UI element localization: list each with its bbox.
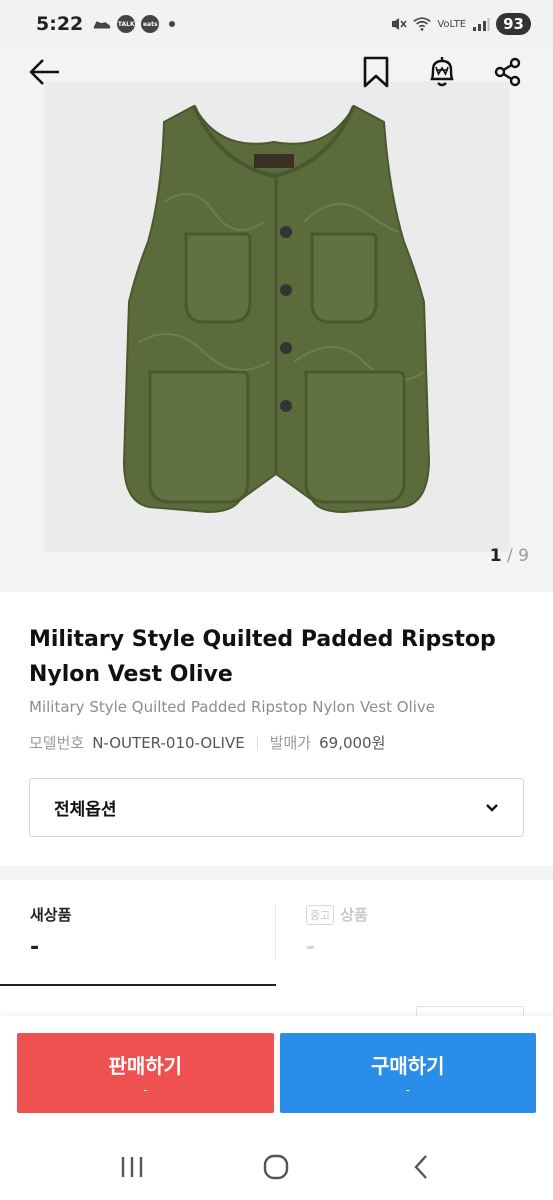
bookmark-icon (363, 56, 389, 88)
battery-level: 93 (496, 13, 531, 35)
model-number-value: N-OUTER-010-OLIVE (92, 733, 245, 752)
system-icons: VoLTE 93 (389, 13, 531, 35)
image-counter: 1 / 9 (490, 546, 529, 566)
home-button[interactable] (256, 1147, 296, 1187)
share-icon (494, 57, 521, 87)
status-time: 5:22 (36, 13, 84, 35)
buy-button-price: - (405, 1082, 410, 1097)
wifi-icon (413, 15, 431, 33)
release-price-value: 69,000원 (319, 734, 386, 752)
notification-icons: TALK eats (93, 15, 176, 33)
tab-used-title: 중고 상품 (306, 904, 552, 925)
image-counter-total: 9 (518, 546, 529, 566)
volte-label: VoLTE (437, 18, 467, 30)
back-nav-button[interactable] (401, 1147, 441, 1187)
product-meta: 모델번호 N-OUTER-010-OLIVE 발매가 69,000원 (29, 732, 524, 753)
section-divider (0, 866, 553, 880)
price-alert-icon (430, 57, 454, 87)
image-counter-current: 1 (489, 546, 502, 566)
recent-apps-icon (121, 1156, 143, 1177)
used-badge: 중고 (306, 904, 335, 925)
eats-icon: eats (141, 15, 160, 33)
sell-button-price: - (143, 1082, 148, 1097)
option-select-label: 전체옵션 (54, 800, 117, 820)
tab-used-label: 상품 (340, 906, 368, 924)
talk-icon: TALK (117, 15, 136, 33)
meta-divider (256, 735, 258, 750)
bottom-action-bar: 판매하기 - 구매하기 - (0, 1016, 553, 1133)
back-arrow-icon (29, 59, 59, 85)
tab-used-product[interactable]: 중고 상품 - (276, 880, 552, 986)
buy-button-label: 구매하기 (370, 1053, 445, 1078)
product-title: Military Style Quilted Padded Ripstop Ny… (29, 627, 496, 687)
tab-new-product[interactable]: 새상품 - (0, 880, 276, 986)
back-nav-icon (414, 1154, 427, 1179)
mute-icon (389, 15, 407, 33)
home-icon (264, 1154, 289, 1179)
chevron-down-icon (485, 800, 501, 816)
product-image-gallery[interactable]: 1 / 9 (0, 48, 553, 592)
price-alert-button[interactable] (422, 52, 462, 92)
product-info: Military Style Quilted Padded Ripstop Ny… (0, 592, 553, 866)
system-nav-bar (0, 1133, 553, 1200)
sneaker-icon (93, 15, 111, 33)
tab-used-price: - (306, 935, 316, 960)
status-bar: 5:22 TALK eats VoLTE 93 (0, 0, 553, 48)
back-button[interactable] (24, 52, 64, 92)
bookmark-button[interactable] (356, 52, 396, 92)
release-price-label: 발매가 (269, 734, 312, 752)
signal-icon (472, 15, 490, 33)
tab-new-price: - (30, 935, 40, 960)
more-notifications-icon (169, 21, 176, 27)
option-select[interactable]: 전체옵션 (29, 778, 524, 837)
product-header (0, 48, 553, 94)
condition-tabs: 새상품 - 중고 상품 - (0, 880, 553, 986)
tab-new-label: 새상품 (30, 906, 72, 924)
olive-vest-illustration (122, 104, 431, 514)
share-button[interactable] (488, 52, 528, 92)
sell-button-label: 판매하기 (108, 1053, 183, 1078)
buy-button[interactable]: 구매하기 - (279, 1033, 536, 1113)
sell-button[interactable]: 판매하기 - (17, 1033, 274, 1113)
model-number-label: 모델번호 (29, 734, 85, 752)
product-subtitle: Military Style Quilted Padded Ripstop Ny… (29, 698, 435, 716)
image-counter-separator: / (501, 546, 519, 566)
product-image[interactable] (44, 82, 509, 552)
recent-apps-button[interactable] (112, 1147, 152, 1187)
